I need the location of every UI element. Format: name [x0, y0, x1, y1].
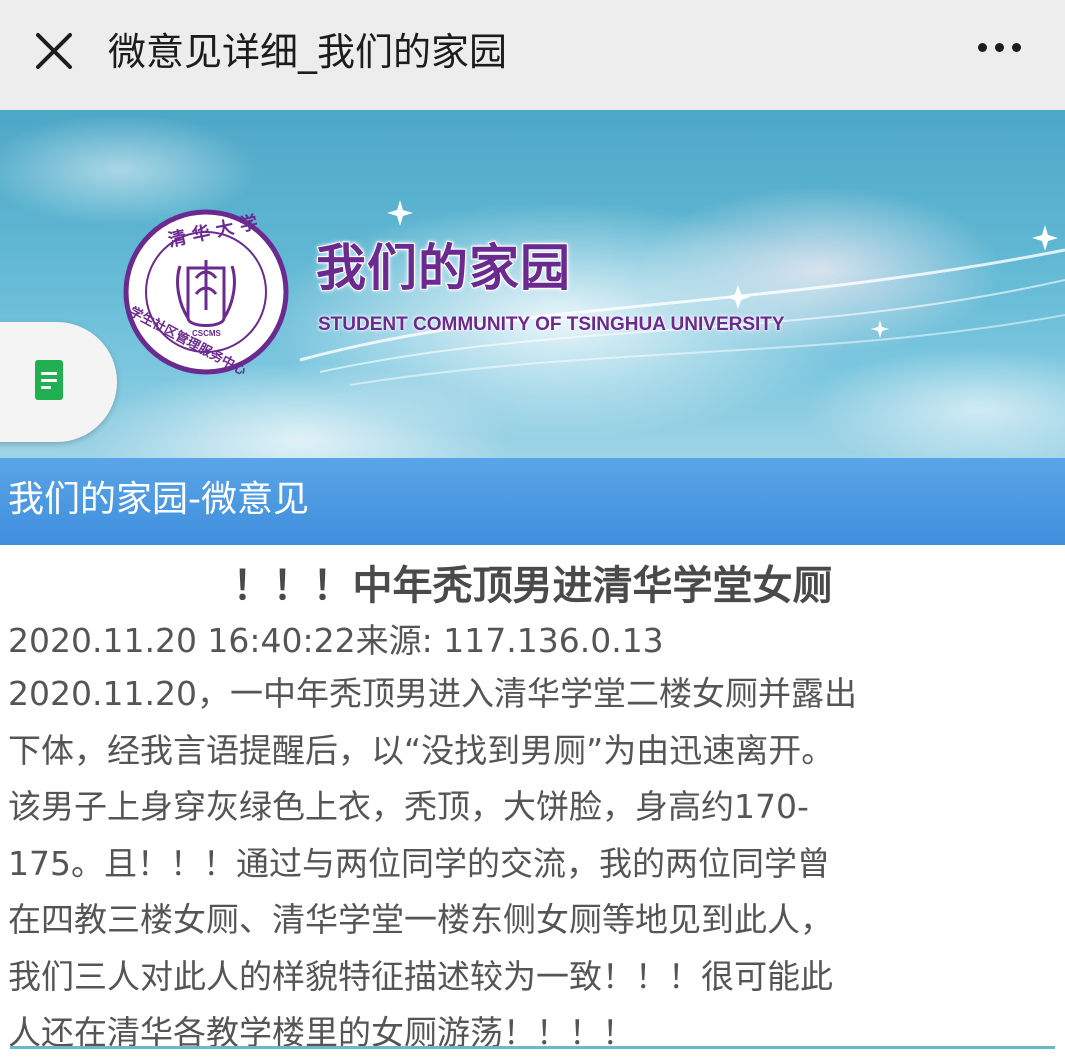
more-icon[interactable] — [974, 36, 1030, 60]
page-title: 微意见详细_我们的家园 — [108, 30, 508, 74]
body-line: 2020.11.20，一中年秃顶男进入清华学堂二楼女厕并露出 — [8, 674, 857, 713]
divider — [10, 1046, 1055, 1049]
body-line: 在四教三楼女厕、清华学堂一楼东侧女厕等地见到此人， — [8, 900, 833, 939]
banner-subtitle: STUDENT COMMUNITY OF TSINGHUA UNIVERSITY — [318, 314, 785, 335]
section-header-bar: 我们的家园-微意见 — [0, 458, 1065, 545]
top-app-bar: 微意见详细_我们的家园 — [0, 0, 1065, 110]
tsinghua-emblem-logo: 清 华 大 学 CSCMS 学生社区管理服务中心 — [123, 209, 289, 376]
banner-title: 我们的家园 — [315, 238, 571, 298]
body-line: 175。且！！！通过与两位同学的交流，我的两位同学曾 — [8, 843, 830, 883]
body-line: 下体，经我言语提醒后，以“没找到男厕”为由迅速离开。 — [8, 730, 835, 770]
article-body: 2020.11.20，一中年秃顶男进入清华学堂二楼女厕并露出 下体，经我言语提醒… — [8, 666, 1060, 1062]
floating-doc-tab[interactable] — [0, 322, 117, 442]
section-title: 我们的家园-微意见 — [8, 479, 309, 520]
article-meta: 2020.11.20 16:40:22来源: 117.136.0.13 — [8, 621, 664, 660]
body-line: 我们三人对此人的样貌特征描述较为一致！！！很可能此 — [8, 956, 833, 996]
svg-text:CSCMS: CSCMS — [192, 329, 222, 338]
article-title: ！！！中年秃顶男进清华学堂女厕 — [232, 563, 833, 609]
document-icon — [35, 360, 63, 400]
header-banner: 清 华 大 学 CSCMS 学生社区管理服务中心 我们的家园 STUDENT C… — [0, 110, 1065, 458]
close-icon[interactable] — [30, 27, 78, 75]
body-line: 该男子上身穿灰绿色上衣，秃顶，大饼脸，身高约170- — [8, 787, 809, 826]
body-line: 人还在清华各教学楼里的女厕游荡！！！！ — [8, 1013, 635, 1052]
